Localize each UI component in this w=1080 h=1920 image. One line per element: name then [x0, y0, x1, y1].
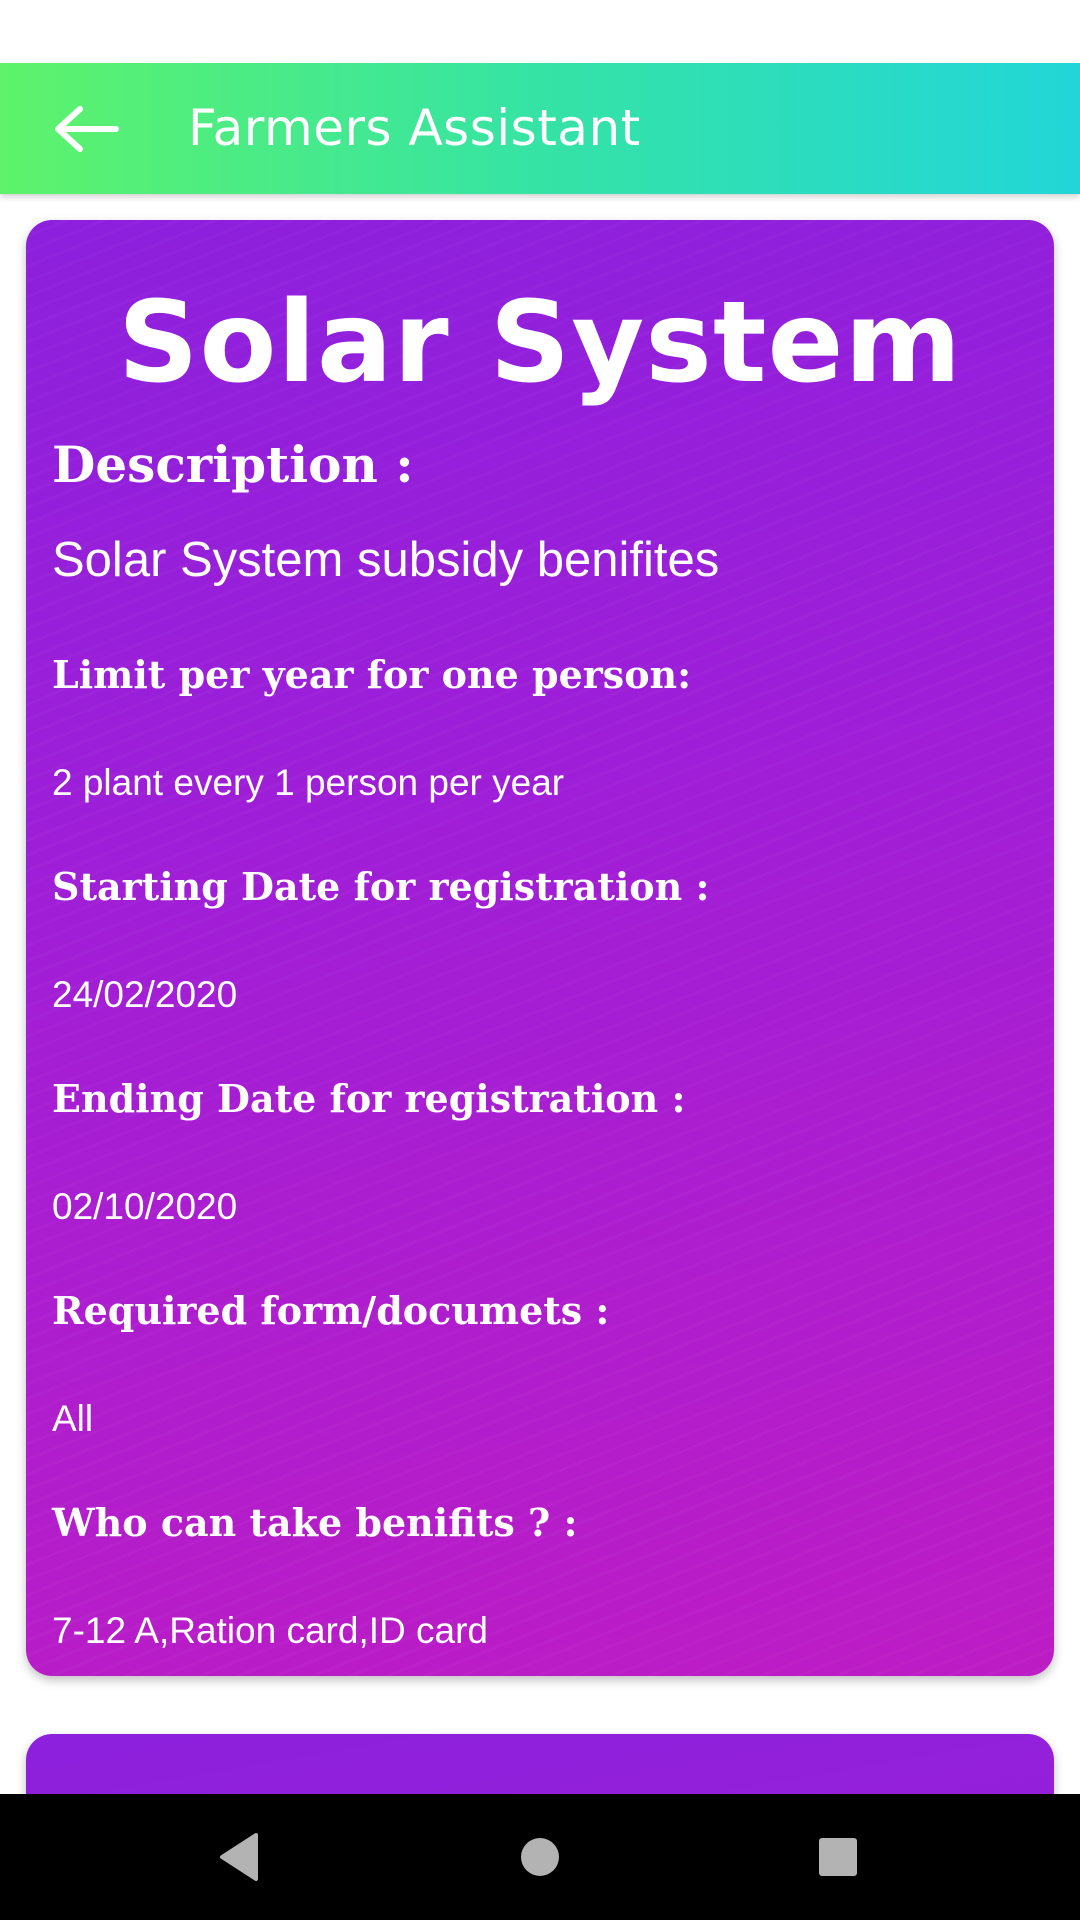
app-title: Farmers Assistant — [188, 99, 641, 157]
circle-home-icon — [521, 1838, 559, 1876]
start-date-value: 24/02/2020 — [52, 974, 238, 1015]
nav-home-button[interactable] — [507, 1824, 573, 1890]
scheme-scroll-area[interactable]: Solar System Description : Solar System … — [0, 194, 1080, 1794]
limit-value: 2 plant every 1 person per year — [52, 762, 565, 803]
eligibility-label: Who can take benifits ? : — [52, 1500, 578, 1545]
required-docs-value: All — [52, 1398, 94, 1439]
scheme-card: Solar System Description : Solar System … — [26, 220, 1054, 1676]
start-date-label: Starting Date for registration : — [52, 864, 710, 909]
description-value: Solar System subsidy benifites — [52, 533, 720, 587]
system-nav-bar — [0, 1794, 1080, 1920]
description-label: Description : — [52, 435, 414, 494]
limit-label: Limit per year for one person: — [52, 652, 692, 697]
scheme-title: Solar System — [117, 278, 963, 408]
eligibility-value: 7-12 A,Ration card,ID card — [52, 1610, 488, 1651]
next-scheme-card[interactable] — [26, 1734, 1054, 1794]
required-docs-label: Required form/documets : — [52, 1288, 610, 1333]
square-recents-icon — [819, 1838, 857, 1876]
nav-recents-button[interactable] — [805, 1824, 871, 1890]
back-button[interactable] — [52, 99, 122, 159]
end-date-label: Ending Date for registration : — [52, 1076, 686, 1121]
status-bar — [0, 0, 1080, 63]
app-bar: Farmers Assistant — [0, 63, 1080, 194]
triangle-back-icon — [220, 1833, 258, 1881]
end-date-value: 02/10/2020 — [52, 1186, 238, 1227]
nav-back-button[interactable] — [205, 1824, 271, 1890]
arrow-left-icon — [55, 106, 119, 152]
